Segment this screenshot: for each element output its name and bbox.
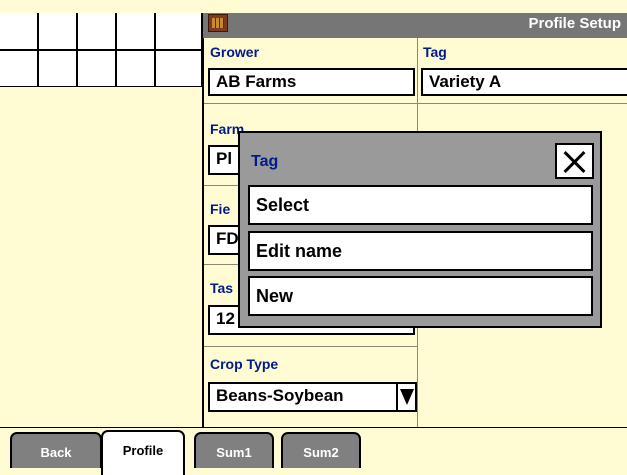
tab-sum2[interactable]: Sum2 <box>281 432 361 468</box>
tag-field[interactable]: Variety A <box>421 68 627 96</box>
softkey-2-3[interactable] <box>78 51 116 87</box>
row-divider-4 <box>204 346 418 347</box>
tag-label: Tag <box>423 44 447 60</box>
softkey-grid <box>0 13 203 87</box>
title-bar: Profile Setup <box>203 13 627 38</box>
row-divider-1 <box>204 103 627 104</box>
select-button[interactable]: Select <box>248 185 593 225</box>
grower-label: Grower <box>210 44 260 60</box>
softkey-1-1[interactable] <box>0 13 38 50</box>
softkey-2-5[interactable] <box>156 51 202 87</box>
softkey-2-4[interactable] <box>117 51 155 87</box>
content-left-border <box>202 13 204 427</box>
softkey-2-1[interactable] <box>0 51 38 87</box>
softkey-1-2[interactable] <box>39 13 77 50</box>
tab-profile[interactable]: Profile <box>101 430 185 475</box>
dialog-title: Tag <box>251 153 279 170</box>
softkey-1-4[interactable] <box>117 13 155 50</box>
softkey-1-5[interactable] <box>156 13 202 50</box>
crop-type-label: Crop Type <box>210 356 279 372</box>
softkey-1-3[interactable] <box>78 13 116 50</box>
grower-field[interactable]: AB Farms <box>208 68 415 96</box>
profile-setup-icon <box>208 14 228 32</box>
page-title: Profile Setup <box>528 15 621 32</box>
task-label: Tas <box>210 280 234 296</box>
tab-sum1[interactable]: Sum1 <box>194 432 274 468</box>
crop-type-select[interactable]: Beans-Soybean <box>208 382 417 412</box>
field-label: Fie <box>210 201 231 217</box>
close-icon[interactable] <box>555 143 594 179</box>
tab-back[interactable]: Back <box>10 432 102 468</box>
dropdown-arrow-icon[interactable] <box>396 384 415 410</box>
new-button[interactable]: New <box>248 276 593 316</box>
tag-dialog: Tag Select Edit name New <box>238 131 602 328</box>
edit-name-button[interactable]: Edit name <box>248 231 593 271</box>
softkey-2-2[interactable] <box>39 51 77 87</box>
